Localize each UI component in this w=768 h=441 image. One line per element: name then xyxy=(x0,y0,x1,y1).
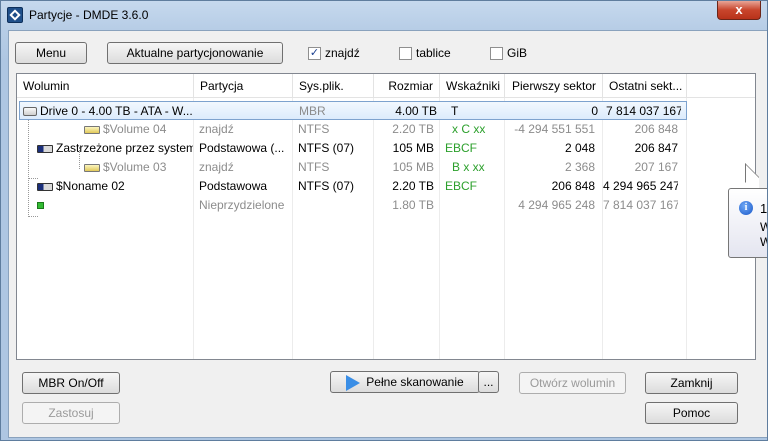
cell-size: 105 MB xyxy=(392,141,434,155)
volume-icon xyxy=(84,163,100,172)
cell-filesystem: NTFS (07) xyxy=(298,179,355,193)
dmde-app-icon xyxy=(7,7,23,23)
cell-first-sector: 206 848 xyxy=(551,179,595,193)
table-header: Wolumin Partycja Sys.plik. Rozmiar Wskaź… xyxy=(17,74,755,98)
table-row-drive[interactable]: Drive 0 - 4.00 TB - ATA - W... MBR 4.00 … xyxy=(19,101,687,120)
window-close-button[interactable]: x xyxy=(717,1,761,20)
cell-size: 1.80 TB xyxy=(392,198,434,212)
tooltip-line-2: W xyxy=(760,220,767,234)
play-icon xyxy=(346,374,361,391)
table-row[interactable]: $Noname 02 Podstawowa NTFS (07) 2.20 TB … xyxy=(17,177,755,196)
cell-filesystem: NTFS (07) xyxy=(298,141,355,155)
scan-options-button[interactable]: ... xyxy=(478,371,499,393)
cell-flags: EBCF xyxy=(445,179,478,193)
info-icon: i xyxy=(739,201,753,215)
find-checkbox-box[interactable]: ✓ xyxy=(308,46,321,60)
column-header-volume[interactable]: Wolumin xyxy=(17,74,194,98)
apply-button[interactable]: Zastosuj xyxy=(22,402,120,424)
cell-volume-text: $Volume 04 xyxy=(103,122,167,136)
cell-flags: B x xx xyxy=(452,160,485,174)
partitions-table[interactable]: Wolumin Partycja Sys.plik. Rozmiar Wskaź… xyxy=(16,73,756,360)
tables-checkbox-box[interactable] xyxy=(399,46,412,60)
column-header-last-sector[interactable]: Ostatni sekt... xyxy=(603,74,687,98)
cell-size: 2.20 TB xyxy=(392,179,434,193)
table-row[interactable]: $Volume 04 znajdź NTFS 2.20 TB x C xx -4… xyxy=(17,120,755,139)
column-header-first-sector[interactable]: Pierwszy sektor xyxy=(505,74,603,98)
open-volume-button[interactable]: Otwórz wolumin xyxy=(519,372,626,394)
system-volume-icon xyxy=(37,182,53,191)
table-row[interactable]: Nieprzydzielone 1.80 TB 4 294 965 248 7 … xyxy=(17,196,755,215)
find-checkbox[interactable]: ✓ znajdź xyxy=(308,45,360,61)
gib-checkbox-box[interactable] xyxy=(490,46,503,60)
cell-first-sector: 2 048 xyxy=(564,141,595,155)
cell-filesystem: NTFS xyxy=(298,160,330,174)
gib-checkbox[interactable]: GiB xyxy=(490,45,527,61)
dialog-client-area: Menu Aktualne partycjonowanie ✓ znajdź t… xyxy=(8,30,767,438)
tables-checkbox-label: tablice xyxy=(416,46,451,60)
cell-volume: $Noname 02 xyxy=(37,177,193,196)
cell-volume xyxy=(37,196,193,215)
cell-volume: $Volume 04 xyxy=(84,120,192,139)
cell-partition: znajdź xyxy=(199,122,234,136)
cell-filesystem: NTFS xyxy=(298,122,330,136)
cell-flags: x C xx xyxy=(452,122,486,136)
window-title: Partycje - DMDE 3.6.0 xyxy=(29,8,149,22)
find-checkbox-label: znajdź xyxy=(325,46,360,60)
full-scan-label: Pełne skanowanie xyxy=(366,375,464,389)
table-row[interactable]: Zastrzeżone przez system Podstawowa (...… xyxy=(17,139,755,158)
title-bar[interactable]: Partycje - DMDE 3.6.0 x xyxy=(1,1,767,29)
cell-first-sector: 2 368 xyxy=(564,160,595,174)
system-volume-icon xyxy=(37,144,53,153)
cell-volume: Zastrzeżone przez system xyxy=(37,139,193,158)
cell-partition: Nieprzydzielone xyxy=(199,198,285,212)
cell-size: 4.00 TB xyxy=(395,104,437,118)
cell-first-sector: 4 294 965 248 xyxy=(518,198,595,212)
menu-button[interactable]: Menu xyxy=(15,42,87,64)
cell-volume: $Volume 03 xyxy=(84,158,192,177)
help-button[interactable]: Pomoc xyxy=(645,402,738,424)
cell-filesystem: MBR xyxy=(299,104,326,118)
gib-checkbox-label: GiB xyxy=(507,46,528,60)
column-header-filesystem[interactable]: Sys.plik. xyxy=(293,74,374,98)
info-tooltip: i 1 W W xyxy=(728,188,768,258)
cell-volume-text: $Noname 02 xyxy=(56,179,125,193)
cell-partition: Podstawowa (... xyxy=(199,141,285,155)
cell-size: 2.20 TB xyxy=(392,122,434,136)
cell-flags xyxy=(452,196,502,215)
column-header-size[interactable]: Rozmiar xyxy=(374,74,440,98)
tooltip-line-3: W xyxy=(760,235,767,249)
cell-last-sector: 4 294 965 247 xyxy=(603,179,678,193)
cell-last-sector: 206 848 xyxy=(634,122,678,136)
table-row[interactable]: $Volume 03 znajdź NTFS 105 MB B x xx 2 3… xyxy=(17,158,755,177)
cell-flags: EBCF xyxy=(445,141,478,155)
cell-filesystem xyxy=(298,196,370,215)
current-partitioning-button[interactable]: Aktualne partycjonowanie xyxy=(107,42,283,64)
close-button[interactable]: Zamknij xyxy=(645,372,738,394)
cell-volume: Drive 0 - 4.00 TB - ATA - W... xyxy=(23,102,195,121)
tree-line xyxy=(28,216,38,217)
cell-last-sector: 206 847 xyxy=(634,141,678,155)
cell-volume-text: $Volume 03 xyxy=(103,160,167,174)
full-scan-button[interactable]: Pełne skanowanie xyxy=(330,371,480,393)
cell-last-sector: 7 814 037 167 xyxy=(606,104,681,118)
cell-first-sector: 0 xyxy=(591,104,598,118)
cell-size: 105 MB xyxy=(392,160,434,174)
column-header-flags[interactable]: Wskaźniki xyxy=(440,74,505,98)
cell-partition: znajdź xyxy=(199,160,234,174)
cell-last-sector: 207 167 xyxy=(634,160,678,174)
tooltip-line-1: 1 xyxy=(760,201,768,216)
volume-icon xyxy=(84,125,100,134)
mbr-onoff-button[interactable]: MBR On/Off xyxy=(22,372,120,394)
drive-icon xyxy=(23,107,37,117)
tables-checkbox[interactable]: tablice xyxy=(399,45,451,61)
column-header-partition[interactable]: Partycja xyxy=(194,74,293,98)
cell-flags: T xyxy=(451,104,459,118)
cell-last-sector: 7 814 037 167 xyxy=(603,198,678,212)
cell-volume-text: Drive 0 - 4.00 TB - ATA - W... xyxy=(40,104,193,118)
partitions-window: Partycje - DMDE 3.6.0 x Menu Aktualne pa… xyxy=(0,0,768,441)
unallocated-icon xyxy=(37,202,44,210)
cell-partition: Podstawowa xyxy=(199,179,268,193)
cell-volume-text: Zastrzeżone przez system xyxy=(56,141,193,155)
cell-first-sector: -4 294 551 551 xyxy=(514,122,595,136)
